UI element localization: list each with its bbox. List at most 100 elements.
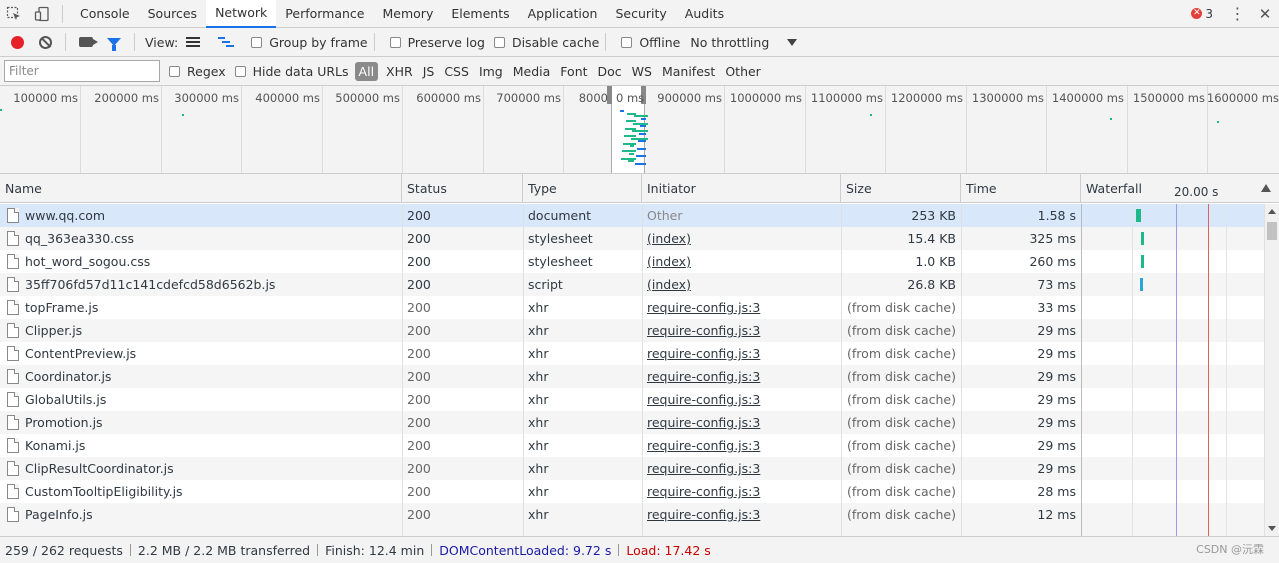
hide-data-urls-checkbox[interactable]	[234, 65, 246, 77]
filter-type-js[interactable]: JS	[418, 64, 440, 79]
table-row[interactable]: ContentPreview.js 200 xhr require-config.js…	[0, 342, 1264, 365]
scroll-up-icon[interactable]	[1268, 209, 1276, 214]
table-row[interactable]: Clipper.js 200 xhr require-config.js:3 (from…	[0, 319, 1264, 342]
tab-sources[interactable]: Sources	[139, 0, 206, 27]
table-scrollbar[interactable]	[1264, 204, 1279, 536]
group-by-frame-checkbox[interactable]	[251, 36, 263, 48]
cell-initiator[interactable]: (index)	[642, 227, 841, 250]
throttling-select[interactable]: No throttling	[690, 35, 769, 50]
cell-initiator[interactable]: require-config.js:3	[642, 319, 841, 342]
close-icon[interactable]: ✕	[1251, 5, 1279, 23]
toolbar-separator	[373, 33, 375, 51]
tab-memory[interactable]: Memory	[374, 0, 443, 27]
cell-initiator[interactable]: require-config.js:3	[642, 411, 841, 434]
overview-toggle-icon[interactable]	[218, 37, 235, 47]
cell-initiator[interactable]: require-config.js:3	[642, 503, 841, 526]
cell-name[interactable]: ContentPreview.js	[20, 342, 400, 365]
column-header-initiator[interactable]: Initiator	[642, 174, 841, 203]
cell-name[interactable]: 35ff706fd57d11c141cdefcd58d6562b.js	[20, 273, 400, 296]
filter-type-doc[interactable]: Doc	[593, 64, 627, 79]
regex-checkbox[interactable]	[169, 65, 180, 77]
cell-name[interactable]: Coordinator.js	[20, 365, 400, 388]
cell-name[interactable]: GlobalUtils.js	[20, 388, 400, 411]
cell-name[interactable]: CustomTooltipEligibility.js	[20, 480, 400, 503]
offline-checkbox[interactable]	[621, 36, 633, 48]
cell-name[interactable]: www.qq.com	[20, 204, 400, 227]
cell-name[interactable]: Konami.js	[20, 434, 400, 457]
cell-initiator[interactable]: require-config.js:3	[642, 434, 841, 457]
filter-type-css[interactable]: CSS	[439, 64, 474, 79]
disable-cache-checkbox[interactable]	[493, 36, 505, 48]
table-row-partial[interactable]	[0, 526, 1264, 536]
cell-name[interactable]: PageInfo.js	[20, 503, 400, 526]
column-header-type[interactable]: Type	[523, 174, 642, 203]
table-row[interactable]: Konami.js 200 xhr require-config.js:3 (from …	[0, 434, 1264, 457]
column-header-name[interactable]: Name	[0, 174, 402, 203]
tab-elements[interactable]: Elements	[442, 0, 518, 27]
cell-initiator[interactable]: require-config.js:3	[642, 342, 841, 365]
table-row[interactable]: CustomTooltipEligibility.js 200 xhr require…	[0, 480, 1264, 503]
cell-name[interactable]: qq_363ea330.css	[20, 227, 400, 250]
cell-initiator[interactable]: require-config.js:3	[642, 365, 841, 388]
filter-type-img[interactable]: Img	[474, 64, 508, 79]
overview-gridline	[483, 86, 484, 173]
table-row[interactable]: Promotion.js 200 xhr require-config.js:3 (fr…	[0, 411, 1264, 434]
cell-initiator[interactable]: (index)	[642, 273, 841, 296]
column-header-status[interactable]: Status	[402, 174, 523, 203]
filter-type-all[interactable]: All	[354, 61, 379, 81]
column-header-time[interactable]: Time	[961, 174, 1081, 203]
clear-button[interactable]	[31, 29, 59, 56]
cell-name[interactable]: Clipper.js	[20, 319, 400, 342]
large-rows-icon[interactable]	[186, 37, 201, 47]
capture-screenshots-button[interactable]	[72, 29, 100, 56]
table-row[interactable]: ClipResultCoordinator.js 200 xhr require-co…	[0, 457, 1264, 480]
filter-type-xhr[interactable]: XHR	[381, 64, 418, 79]
sort-ascending-icon[interactable]	[1261, 184, 1271, 192]
tab-security[interactable]: Security	[606, 0, 675, 27]
cell-initiator[interactable]: require-config.js:3	[642, 296, 841, 319]
device-toolbar-icon[interactable]	[28, 0, 56, 27]
table-row[interactable]: topFrame.js 200 xhr require-config.js:3 (fro…	[0, 296, 1264, 319]
tab-console[interactable]: Console	[71, 0, 139, 27]
cell-initiator[interactable]: (index)	[642, 250, 841, 273]
filter-type-ws[interactable]: WS	[627, 64, 657, 79]
record-button[interactable]	[3, 29, 31, 56]
cell-initiator[interactable]: require-config.js:3	[642, 388, 841, 411]
network-overview-timeline[interactable]: 100000 ms 200000 ms 300000 ms 400000 ms 5000…	[0, 86, 1279, 174]
filter-toggle-button[interactable]	[100, 29, 128, 56]
chevron-down-icon[interactable]	[787, 38, 798, 46]
scrollbar-thumb[interactable]	[1267, 222, 1277, 240]
file-icon	[7, 484, 19, 499]
tab-audits[interactable]: Audits	[676, 0, 733, 27]
filter-type-manifest[interactable]: Manifest	[657, 64, 720, 79]
table-row[interactable]: hot_word_sogou.css 200 stylesheet (index) 1.…	[0, 250, 1264, 273]
filter-input[interactable]	[4, 60, 160, 82]
table-row[interactable]: www.qq.com 200 document Other 253 KB 1.58 s	[0, 204, 1264, 227]
cell-initiator[interactable]: require-config.js:3	[642, 457, 841, 480]
tab-performance[interactable]: Performance	[276, 0, 373, 27]
filter-type-font[interactable]: Font	[555, 64, 592, 79]
more-options-icon[interactable]: ⋮	[1223, 4, 1251, 23]
filter-type-media[interactable]: Media	[508, 64, 556, 79]
cell-status: 200	[407, 277, 431, 292]
cell-initiator[interactable]: require-config.js:3	[642, 480, 841, 503]
table-row[interactable]: Coordinator.js 200 xhr require-config.js:3 (…	[0, 365, 1264, 388]
error-counter[interactable]: ✕ 3	[1191, 7, 1213, 21]
preserve-log-checkbox[interactable]	[389, 36, 401, 48]
cell-name[interactable]: ClipResultCoordinator.js	[20, 457, 400, 480]
table-row[interactable]: GlobalUtils.js 200 xhr require-config.js:3 (…	[0, 388, 1264, 411]
tab-network[interactable]: Network	[206, 0, 277, 28]
table-row[interactable]: 35ff706fd57d11c141cdefcd58d6562b.js 200 sc…	[0, 273, 1264, 296]
tab-application[interactable]: Application	[519, 0, 607, 27]
scroll-down-icon[interactable]	[1268, 526, 1276, 531]
cell-name[interactable]: topFrame.js	[20, 296, 400, 319]
table-row[interactable]: PageInfo.js 200 xhr require-config.js:3 (fro…	[0, 503, 1264, 526]
cell-name[interactable]: Promotion.js	[20, 411, 400, 434]
filter-type-other[interactable]: Other	[720, 64, 766, 79]
inspect-element-icon[interactable]	[0, 0, 28, 27]
table-row[interactable]: qq_363ea330.css 200 stylesheet (index) 15.4 …	[0, 227, 1264, 250]
error-count: 3	[1205, 6, 1213, 21]
column-header-size[interactable]: Size	[841, 174, 961, 203]
cell-type: xhr	[528, 415, 549, 430]
cell-name[interactable]: hot_word_sogou.css	[20, 250, 400, 273]
